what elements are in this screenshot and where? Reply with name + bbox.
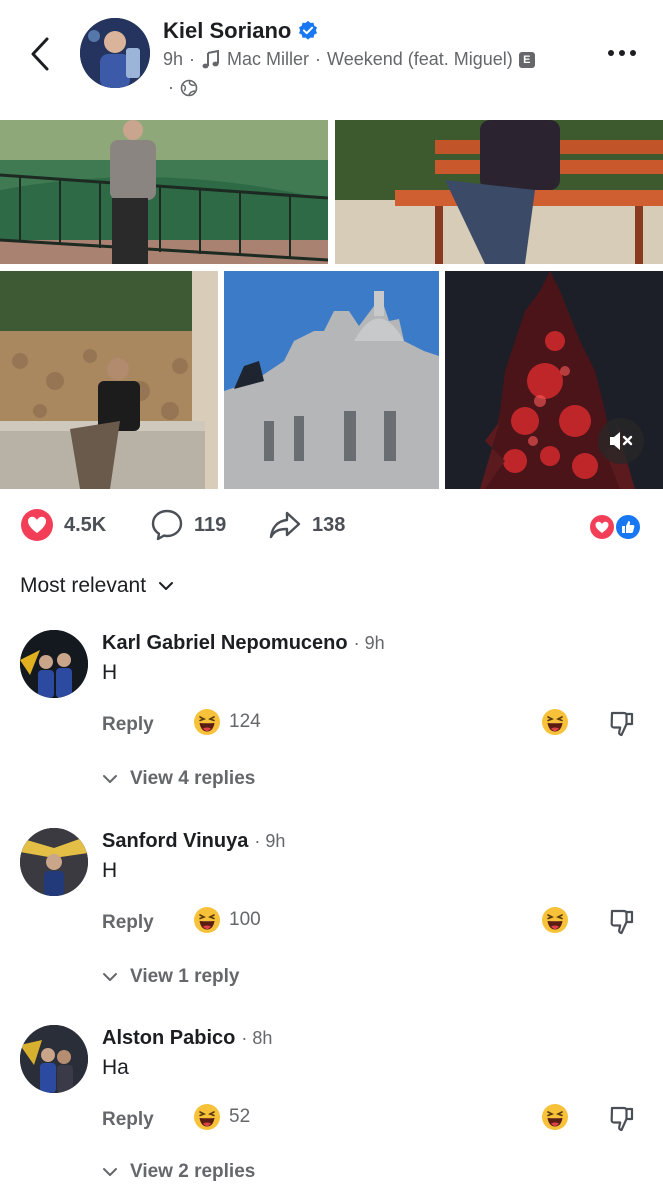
post-header: Kiel Soriano 9h · Mac Miller · Weekend (…: [0, 0, 663, 118]
haha-emoji-icon: [194, 709, 220, 735]
view-replies-button[interactable]: View 2 replies: [102, 1161, 255, 1183]
comment-button[interactable]: 119: [150, 508, 226, 542]
comment-count: 119: [194, 513, 227, 536]
commenter-name-row: Alston Pabico · 8h: [102, 1027, 272, 1050]
post-photo-3[interactable]: [0, 271, 218, 489]
comment-time: · 9h: [353, 633, 385, 653]
react-button[interactable]: 4.5K: [20, 508, 106, 542]
sort-label: Most relevant: [20, 574, 147, 597]
dislike-button[interactable]: [609, 710, 635, 743]
haha-emoji-icon: [194, 1104, 220, 1130]
comment-reaction-count: 124: [229, 711, 261, 732]
music-title[interactable]: Weekend (feat. Miguel): [327, 49, 513, 70]
haha-react-button[interactable]: [541, 1103, 569, 1136]
view-replies-button[interactable]: View 4 replies: [102, 768, 255, 790]
share-button[interactable]: 138: [268, 508, 345, 542]
commenter-name-row: Sanford Vinuya · 9h: [102, 830, 285, 853]
dislike-button[interactable]: [609, 1105, 635, 1138]
post-meta: 9h · Mac Miller · Weekend (feat. Miguel)…: [163, 49, 535, 70]
view-replies-label: View 1 reply: [130, 966, 240, 987]
comment-reactions[interactable]: 52: [193, 1103, 250, 1131]
explicit-badge: E: [518, 51, 535, 68]
more-options-button[interactable]: [600, 38, 644, 68]
mute-toggle-button[interactable]: [598, 418, 644, 464]
heart-reaction-icon: [21, 509, 53, 541]
chevron-left-icon: [31, 37, 49, 71]
commenter-avatar[interactable]: [20, 828, 88, 896]
view-replies-button[interactable]: View 1 reply: [102, 966, 240, 988]
haha-emoji-icon: [542, 709, 568, 735]
comment-text: H: [102, 859, 118, 882]
verified-badge-icon: [299, 20, 318, 40]
commenter-name[interactable]: Sanford Vinuya: [102, 830, 248, 852]
post-time: 9h: [163, 49, 184, 69]
comment-time: · 8h: [241, 1028, 273, 1048]
post-photo-4[interactable]: [224, 271, 439, 489]
meta-separator: ·: [189, 49, 196, 69]
chevron-down-icon: [159, 582, 174, 590]
meta-separator: ·: [315, 49, 322, 69]
engagement-bar: 4.5K 119 138: [0, 500, 663, 554]
globe-icon[interactable]: [180, 79, 198, 97]
comment-reaction-count: 52: [229, 1106, 251, 1127]
share-count: 138: [312, 513, 346, 536]
music-note-icon: [202, 49, 220, 68]
reply-button[interactable]: Reply: [102, 1109, 154, 1131]
comment-sort-dropdown[interactable]: Most relevant: [20, 574, 174, 598]
post-photo-2[interactable]: [335, 120, 663, 264]
chevron-down-icon: [103, 973, 117, 981]
share-arrow-icon: [269, 511, 301, 539]
dot-icon: [619, 50, 625, 56]
comment-text: H: [102, 661, 118, 684]
reply-button[interactable]: Reply: [102, 912, 154, 934]
thumbs-down-icon: [610, 1106, 634, 1132]
back-button[interactable]: [22, 32, 58, 76]
commenter-name-row: Karl Gabriel Nepomuceno · 9h: [102, 632, 385, 655]
chevron-down-icon: [103, 1168, 117, 1176]
commenter-name[interactable]: Karl Gabriel Nepomuceno: [102, 632, 348, 654]
reaction-summary[interactable]: [588, 513, 644, 543]
reply-button[interactable]: Reply: [102, 714, 154, 736]
chevron-down-icon: [103, 775, 117, 783]
like-reaction-icon: [614, 513, 642, 541]
comment-reaction-count: 100: [229, 909, 261, 930]
haha-emoji-icon: [542, 907, 568, 933]
music-artist[interactable]: Mac Miller: [227, 49, 309, 70]
privacy-row: ·: [168, 77, 198, 98]
dot-icon: [630, 50, 636, 56]
comment-bubble-icon: [151, 509, 183, 541]
post-photo-1[interactable]: [0, 120, 328, 264]
author-name[interactable]: Kiel Soriano: [163, 18, 291, 44]
haha-react-button[interactable]: [541, 708, 569, 741]
view-replies-label: View 4 replies: [130, 768, 256, 789]
haha-react-button[interactable]: [541, 906, 569, 939]
dot-icon: [608, 50, 614, 56]
haha-emoji-icon: [542, 1104, 568, 1130]
commenter-name[interactable]: Alston Pabico: [102, 1027, 235, 1049]
speaker-muted-icon: [610, 432, 633, 450]
meta-separator: ·: [168, 77, 174, 97]
comment-reactions[interactable]: 100: [193, 906, 261, 934]
thumbs-down-icon: [610, 909, 634, 935]
author-avatar[interactable]: [80, 18, 150, 88]
thumbs-down-icon: [610, 711, 634, 737]
commenter-avatar[interactable]: [20, 1025, 88, 1093]
commenter-avatar[interactable]: [20, 630, 88, 698]
haha-emoji-icon: [194, 907, 220, 933]
view-replies-label: View 2 replies: [130, 1161, 256, 1182]
comment-time: · 9h: [254, 831, 286, 851]
comment-reactions[interactable]: 124: [193, 708, 261, 736]
dislike-button[interactable]: [609, 908, 635, 941]
author-name-row[interactable]: Kiel Soriano: [163, 18, 319, 44]
comment-text: Ha: [102, 1056, 129, 1079]
love-reaction-icon: [588, 513, 616, 541]
reaction-count: 4.5K: [64, 513, 107, 536]
